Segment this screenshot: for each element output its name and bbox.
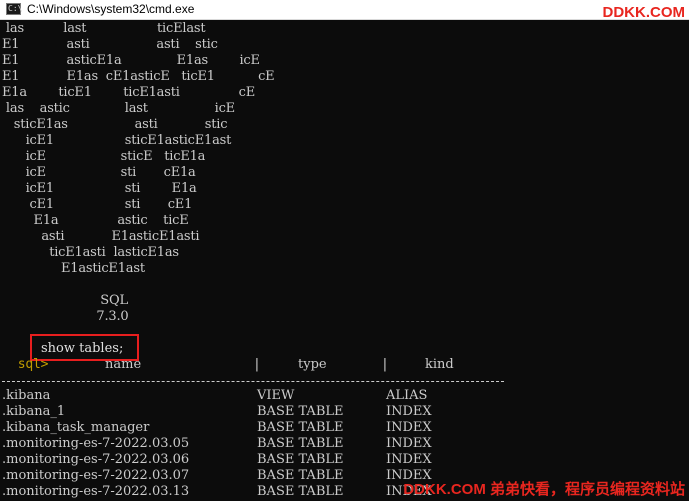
banner-line: 7.3.0 [2,309,129,324]
column-header-kind: kind [425,357,454,372]
column-header-type: type [298,357,327,372]
banner-line: SQL [2,293,128,308]
banner-line: E1a ticE1 ticE1asti cE [2,85,256,100]
banner-line: cE1 sti cE1 [2,197,193,212]
row-name: .monitoring-es-7-2022.03.13 [2,484,190,499]
row-kind: ALIAS [386,388,428,403]
banner-line: icE sti cE1a [2,165,196,180]
banner-line: icE1 sti E1a [2,181,197,196]
row-name: .kibana [2,388,51,403]
row-kind: INDEX [386,404,432,419]
watermark-bottom: DDKK.COM 弟弟快看，程序员编程资料站 [403,481,685,498]
table-divider [2,381,504,383]
row-type: VIEW [257,388,295,403]
banner-line: E1 asticE1a E1as icE [2,53,260,68]
row-type: BASE TABLE [257,436,344,451]
row-kind: INDEX [386,452,432,467]
row-type: BASE TABLE [257,484,344,499]
command-text: show tables; [41,341,124,356]
row-type: BASE TABLE [257,404,344,419]
banner-line: E1a astic ticE [2,213,189,228]
banner-line: las astic last icE [2,101,235,116]
row-kind: INDEX [386,420,432,435]
window-title: C:\Windows\system32\cmd.exe [27,2,195,16]
column-separator: | [381,357,389,372]
prompt-label: sql> [17,357,49,372]
banner-line: ticE1asti lasticE1as [2,245,179,260]
row-name: .monitoring-es-7-2022.03.07 [2,468,190,483]
row-kind: INDEX [386,436,432,451]
banner-line: icE sticE ticE1a [2,149,206,164]
row-name: .kibana_task_manager [2,420,150,435]
row-name: .kibana_1 [2,404,66,419]
banner-line: icE1 sticE1asticE1ast [2,133,232,148]
row-type: BASE TABLE [257,452,344,467]
banner-line: E1asticE1ast [2,261,145,276]
cmd-icon: C:\ [6,3,23,15]
watermark-top: DDKK.COM [602,4,686,21]
row-type: BASE TABLE [257,420,344,435]
banner-line: asti E1asticE1asti [2,229,200,244]
column-header-name: name [105,357,142,372]
row-name: .monitoring-es-7-2022.03.05 [2,436,190,451]
banner-line: las last ticElast [2,21,206,36]
banner-line: E1 asti asti stic [2,37,218,52]
window-titlebar[interactable]: C:\ C:\Windows\system32\cmd.exe DDKK.COM [0,0,689,21]
console-output[interactable]: las last ticElast E1 asti asti stic E1 ast… [0,20,689,501]
banner-line: E1 E1as cE1asticE ticE1 cE [2,69,275,84]
column-separator: | [253,357,261,372]
banner-line: sticE1as asti stic [2,117,228,132]
row-name: .monitoring-es-7-2022.03.06 [2,452,190,467]
row-type: BASE TABLE [257,468,344,483]
